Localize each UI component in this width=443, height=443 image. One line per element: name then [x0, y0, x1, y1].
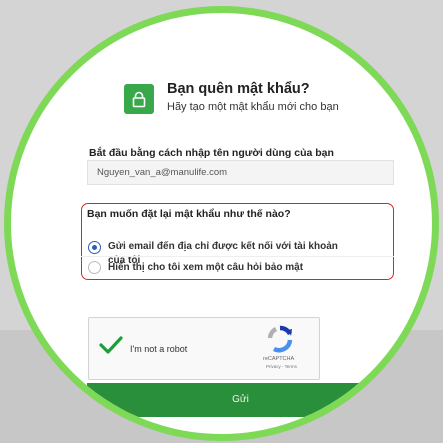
page-title: Bạn quên mật khẩu? [167, 81, 310, 97]
submit-button[interactable]: Gửi [87, 386, 394, 414]
lock-icon [124, 84, 154, 114]
radio-security-question-option[interactable] [88, 261, 101, 274]
option-email-line1: Gửi email đến địa chỉ được kết nối với t… [108, 241, 338, 252]
page-subtitle: Hãy tạo một mật khẩu mới cho bạn [167, 101, 339, 113]
username-input[interactable]: Nguyen_van_a@manulife.com [87, 160, 394, 185]
captcha-label: I'm not a robot [130, 344, 188, 354]
checkmark-icon[interactable] [99, 336, 123, 354]
radio-email-option[interactable] [88, 241, 101, 254]
recaptcha-logo-icon [267, 325, 293, 353]
option-security-question-label[interactable]: Hiển thị cho tôi xem một câu hỏi bảo mật [108, 261, 303, 275]
username-label: Bắt đầu bằng cách nhập tên người dùng củ… [89, 147, 334, 159]
recaptcha-brand: reCAPTCHA [263, 356, 295, 362]
recaptcha-links[interactable]: Privacy - Terms [266, 364, 297, 369]
reset-method-question: Bạn muốn đặt lại mật khẩu như thế nào? [87, 208, 291, 220]
option-divider [81, 256, 394, 257]
zoom-circle-frame: Bạn quên mật khẩu? Hãy tạo một mật khẩu … [4, 6, 439, 441]
